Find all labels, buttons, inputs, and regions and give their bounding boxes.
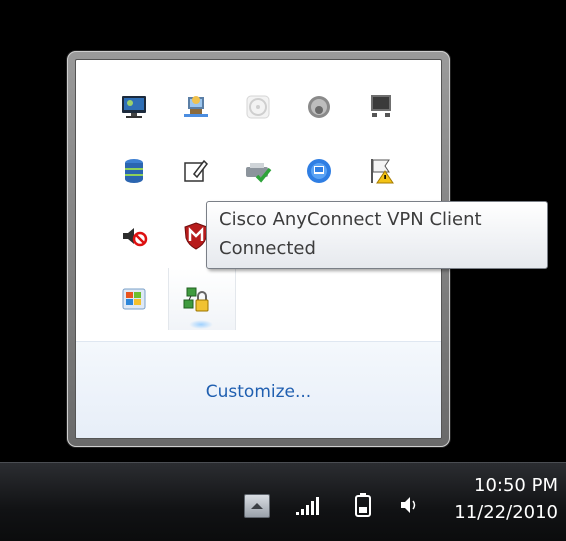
blue-circle-app-icon[interactable]	[303, 155, 335, 187]
database-icon[interactable]	[118, 155, 150, 187]
windows-update-icon[interactable]	[118, 284, 150, 316]
hover-glow	[189, 320, 213, 329]
cisco-anyconnect-vpn-icon[interactable]	[180, 284, 212, 316]
show-hidden-icons-icon	[251, 503, 263, 509]
clock[interactable]: 10:50 PM 11/22/2010	[454, 473, 558, 527]
network-user-icon[interactable]	[180, 91, 212, 123]
device-dome-icon[interactable]	[303, 91, 335, 123]
disc-icon[interactable]	[242, 91, 274, 123]
notepad-pen-icon[interactable]	[180, 155, 212, 187]
display-device-icon[interactable]	[365, 91, 397, 123]
muted-speaker-icon[interactable]	[118, 220, 150, 252]
action-center-flag-icon[interactable]	[365, 155, 397, 187]
battery-icon[interactable]	[354, 492, 372, 518]
taskbar: 10:50 PM 11/22/2010	[0, 462, 566, 541]
tooltip-status: Connected	[219, 238, 316, 259]
clock-time: 10:50 PM	[474, 475, 558, 496]
monitor-network-icon[interactable]	[118, 91, 150, 123]
customize-link[interactable]: Customize...	[76, 382, 441, 402]
vpn-tooltip: Cisco AnyConnect VPN Client Connected	[206, 201, 548, 269]
signal-strength-icon[interactable]	[294, 495, 320, 517]
customize-area: Customize...	[76, 341, 441, 438]
clock-date: 11/22/2010	[454, 502, 558, 523]
printer-check-icon[interactable]	[242, 155, 274, 187]
volume-icon[interactable]	[399, 494, 421, 516]
tooltip-title: Cisco AnyConnect VPN Client	[219, 209, 482, 230]
show-hidden-icons-button[interactable]	[244, 494, 270, 518]
